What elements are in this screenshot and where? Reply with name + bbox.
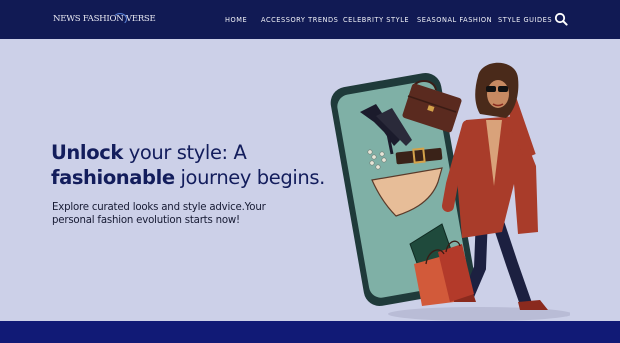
hero-title-bold-2: fashionable <box>51 165 175 189</box>
top-navigation-bar: NEWS FASHION VERSE HOME ACCESSORY TRENDS… <box>0 0 620 39</box>
nav-style-guides[interactable]: STYLE GUIDES <box>498 14 552 26</box>
nav-celebrity-style[interactable]: CELEBRITY STYLE <box>343 14 409 26</box>
nav-home[interactable]: HOME <box>225 14 247 26</box>
nav-seasonal-fashion[interactable]: SEASONAL FASHION <box>417 14 492 26</box>
footer-band <box>0 321 620 343</box>
hero-subtitle: Explore curated looks and style advice.Y… <box>52 202 266 226</box>
hero-title: Unlock your style: A fashionable journey… <box>51 141 325 190</box>
hero-title-rest-2: journey begins. <box>174 165 326 189</box>
woman-with-shopping-bags-and-phone-illustration <box>330 62 570 321</box>
search-icon[interactable] <box>554 12 568 26</box>
swirl-logo-icon <box>113 13 127 25</box>
hero-title-rest-1: your style: A <box>122 141 247 164</box>
site-logo[interactable]: NEWS FASHION VERSE <box>53 12 156 26</box>
logo-text: NEWS FASHION VERSE <box>53 14 156 24</box>
nav-accessory-trends[interactable]: ACCESSORY TRENDS <box>261 14 338 26</box>
hero-title-bold-1: Unlock <box>51 141 123 164</box>
